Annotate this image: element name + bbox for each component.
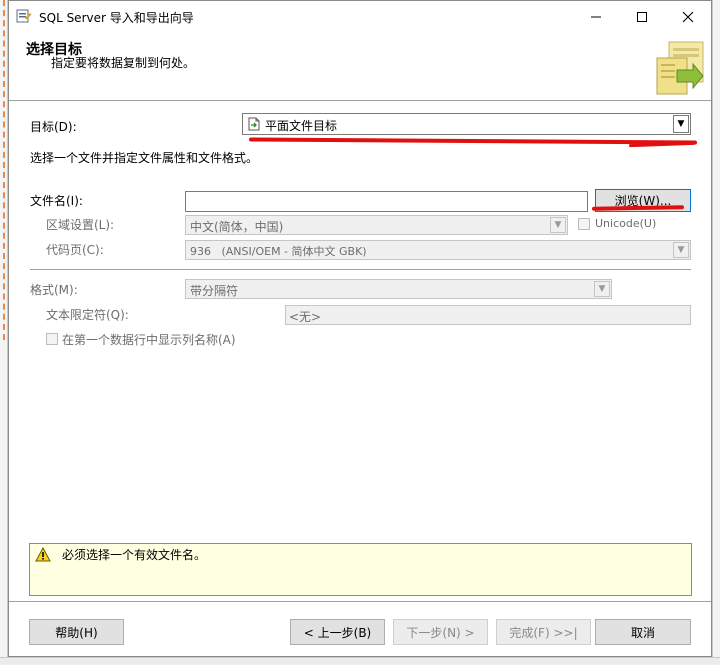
chevron-down-icon[interactable]: ▼ [594, 281, 610, 297]
wizard-app-icon [16, 9, 32, 23]
file-name-input[interactable] [185, 191, 588, 212]
title-bar: SQL Server 导入和导出向导 [9, 1, 711, 32]
wizard-header: 选择目标 指定要将数据复制到何处。 [9, 32, 711, 101]
footer-divider [9, 601, 711, 602]
instruction-text: 选择一个文件并指定文件属性和文件格式。 [30, 151, 259, 165]
next-button[interactable]: 下一步(N) > [393, 619, 488, 645]
validation-message-box: 必须选择一个有效文件名。 [29, 543, 692, 596]
minimize-icon [591, 16, 601, 17]
maximize-icon [637, 11, 647, 22]
destination-select[interactable]: 平面文件目标 ▼ [242, 113, 691, 135]
destination-graphic-icon [656, 41, 704, 95]
text-qualifier-input[interactable]: <无> [285, 305, 691, 325]
flat-file-icon [248, 117, 260, 131]
codepage-value: 936 (ANSI/OEM - 简体中文 GBK) [190, 245, 367, 258]
text-qualifier-label: 文本限定符(Q): [46, 308, 129, 322]
destination-value: 平面文件目标 [265, 119, 338, 133]
minimize-button[interactable] [573, 1, 619, 32]
section-divider [30, 269, 691, 270]
destination-label: 目标(D): [30, 120, 77, 134]
close-icon [682, 11, 694, 22]
window-title: SQL Server 导入和导出向导 [39, 11, 194, 25]
chevron-down-icon[interactable]: ▼ [550, 217, 566, 233]
header-row-label: 在第一个数据行中显示列名称(A) [62, 333, 236, 347]
unicode-checkbox[interactable] [578, 218, 590, 230]
codepage-select[interactable]: 936 (ANSI/OEM - 简体中文 GBK) ▼ [185, 240, 691, 260]
header-row-checkbox[interactable] [46, 333, 58, 345]
background-window-right [712, 0, 720, 665]
finish-button[interactable]: 完成(F) >>| [496, 619, 591, 645]
locale-label: 区域设置(L): [46, 218, 115, 232]
background-dashed-border [0, 0, 5, 340]
format-select[interactable]: 带分隔符 ▼ [185, 279, 612, 299]
background-window-bottom [0, 657, 720, 665]
close-button[interactable] [665, 1, 711, 32]
wizard-window: SQL Server 导入和导出向导 选择目标 指定要将数据复制到何处。 目标(… [8, 0, 712, 657]
page-subtitle: 指定要将数据复制到何处。 [51, 56, 196, 70]
cancel-button[interactable]: 取消 [595, 619, 691, 645]
chevron-down-icon[interactable]: ▼ [673, 115, 689, 133]
format-label: 格式(M): [30, 283, 78, 297]
help-button[interactable]: 帮助(H) [29, 619, 124, 645]
format-value: 带分隔符 [190, 284, 239, 298]
maximize-button[interactable] [619, 1, 665, 32]
locale-value: 中文(简体，中国) [190, 220, 284, 234]
unicode-label: Unicode(U) [595, 217, 657, 230]
codepage-label: 代码页(C): [46, 243, 104, 257]
warning-icon [35, 547, 51, 562]
back-button[interactable]: < 上一步(B) [290, 619, 385, 645]
chevron-down-icon[interactable]: ▼ [673, 242, 689, 258]
file-name-label: 文件名(I): [30, 194, 83, 208]
locale-select[interactable]: 中文(简体，中国) ▼ [185, 215, 568, 235]
validation-message: 必须选择一个有效文件名。 [62, 548, 207, 562]
